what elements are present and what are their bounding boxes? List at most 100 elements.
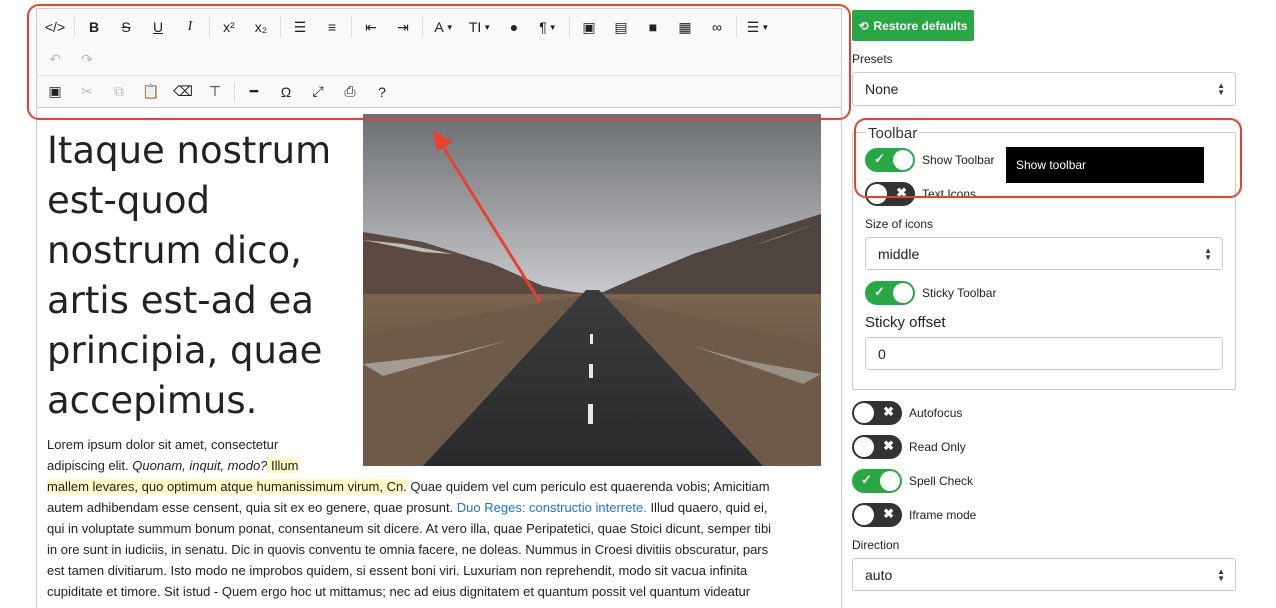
editor-toolbar: </> B S U Ix² x₂ ☰ ≡ ⇤ ⇥ A ▼ TI ▼ ● ¶ ▼ ▣ ▤ ■ ▦ ∞ ☰ ▼ ↶ ↷ ▣ ✂ ⧉ 📋 ⌫… [37, 9, 841, 108]
direction-label: Direction [852, 538, 900, 552]
ordered-list-icon[interactable]: ≡ [316, 13, 348, 41]
redo-icon[interactable]: ↷ [71, 45, 103, 73]
annotation-arrow [432, 130, 542, 303]
paragraph-icon[interactable]: ¶ ▼ [530, 13, 566, 41]
link-icon[interactable]: ∞ [701, 13, 733, 41]
table-icon[interactable]: ▦ [669, 13, 701, 41]
iframe-mode-label: Iframe mode [909, 508, 977, 522]
chevron-down-icon: ▼ [548, 22, 557, 32]
strikethrough-icon[interactable]: S [110, 13, 142, 41]
select-all-icon[interactable]: ▣ [39, 78, 71, 106]
symbol-icon[interactable]: Ω [270, 78, 302, 106]
image-icon[interactable]: ▣ [573, 13, 605, 41]
underline-icon[interactable]: U [142, 13, 174, 41]
cross-icon: ✖ [896, 185, 907, 200]
video-icon[interactable]: ■ [637, 13, 669, 41]
sticky-toolbar-toggle[interactable]: ✓ [865, 281, 915, 305]
read-only-toggle[interactable]: ✖ [852, 435, 902, 459]
toggle-knob [854, 437, 874, 457]
about-icon[interactable]: ? [366, 78, 398, 106]
read-only-label: Read Only [909, 440, 966, 454]
brush-color-icon[interactable]: ● [498, 13, 530, 41]
paragraph-link[interactable]: Duo Reges: constructio interrete. [457, 500, 647, 515]
toolbar-separator [209, 17, 210, 37]
source-icon[interactable]: </> [39, 13, 71, 41]
size-of-icons-select[interactable]: middle ▲ ▼ [865, 237, 1223, 270]
cut-icon[interactable]: ✂ [71, 78, 103, 106]
unordered-list-icon[interactable]: ☰ [284, 13, 316, 41]
align-icon[interactable]: ☰ ▼ [740, 13, 776, 41]
direction-select[interactable]: auto ▲ ▼ [852, 558, 1236, 591]
paragraph-text: Illud quaero, quid ei, [646, 500, 768, 515]
font-size-icon[interactable]: TI ▼ [462, 13, 498, 41]
check-icon: ✓ [874, 284, 885, 299]
subscript-icon[interactable]: x₂ [245, 13, 277, 41]
spell-check-label: Spell Check [909, 474, 974, 488]
toolbar-row-3: ▣ ✂ ⧉ 📋 ⌫ ⊤ ━ Ω ⤢ ⎙? [37, 75, 841, 107]
toolbar-row-1: </> B S U Ix² x₂ ☰ ≡ ⇤ ⇥ A ▼ TI ▼ ● ¶ ▼ ▣ ▤ ■ ▦ ∞ ☰ ▼ [37, 11, 841, 43]
paragraph-line: est tamen divitiarum. Isto modo ne impro… [47, 563, 748, 578]
autofocus-toggle[interactable]: ✖ [852, 401, 902, 425]
horizontal-rule-icon[interactable]: ━ [238, 78, 270, 106]
undo-icon[interactable]: ↶ [39, 45, 71, 73]
paragraph-line: Lorem ipsum dolor sit amet, consectetur [47, 437, 279, 452]
copy-icon[interactable]: ⧉ [103, 78, 135, 106]
show-toolbar-tooltip: Show toolbar [1006, 147, 1204, 183]
file-icon[interactable]: ▤ [605, 13, 637, 41]
toggle-knob [867, 184, 887, 204]
paragraph-line: cupiditate et timore. Sit istud - Quem e… [47, 584, 751, 599]
cross-icon: ✖ [883, 506, 894, 521]
presets-label: Presets [852, 52, 893, 66]
toolbar-legend: Toolbar [866, 125, 920, 142]
paragraph-line: autem adhibendam esse censent, quia sit … [47, 497, 833, 518]
chevron-down-icon: ▼ [761, 22, 770, 32]
restore-defaults-label: Restore defaults [873, 18, 968, 33]
paragraph-text: adipiscing elit. [47, 458, 133, 473]
chevron-down-icon: ▼ [445, 22, 454, 32]
outdent-icon[interactable]: ⇤ [355, 13, 387, 41]
eraser-icon[interactable]: ⌫ [167, 78, 199, 106]
paragraph-line: in ore sunt in iudiciis, in senatu. Dic … [47, 542, 769, 557]
paste-icon[interactable]: 📋 [135, 78, 167, 106]
print-icon[interactable]: ⎙ [334, 78, 366, 106]
select-arrows-icon: ▲ ▼ [1204, 245, 1212, 262]
toggle-knob [880, 471, 900, 491]
spell-check-toggle[interactable]: ✓ [852, 469, 902, 493]
content-paragraph: Lorem ipsum dolor sit amet, consectetur … [47, 434, 833, 602]
text-icons-label: Text Icons [922, 187, 977, 201]
sticky-offset-input[interactable]: 0 [865, 337, 1223, 370]
paragraph-text: Quae quidem vel cum periculo est quaeren… [406, 479, 770, 494]
paragraph-line: adipiscing elit. Quonam, inquit, modo? I… [47, 455, 833, 476]
bold-icon[interactable]: B [78, 13, 110, 41]
text-icons-toggle[interactable]: ✖ [865, 182, 915, 206]
presets-value: None [865, 81, 899, 97]
toolbar-separator [736, 17, 737, 37]
reset-icon: ⟲ [858, 18, 869, 33]
paragraph-highlight: mallem levares, quo optimum atque humani… [47, 479, 407, 494]
toolbar-row-2: ↶ ↷ [37, 43, 841, 75]
size-of-icons-label: Size of icons [865, 217, 934, 231]
check-icon: ✓ [874, 151, 885, 166]
superscript-icon[interactable]: x² [213, 13, 245, 41]
fullsize-icon[interactable]: ⤢ [302, 78, 334, 106]
font-icon[interactable]: A ▼ [426, 13, 462, 41]
italic-icon[interactable]: I [174, 13, 206, 41]
indent-icon[interactable]: ⇥ [387, 13, 419, 41]
restore-defaults-button[interactable]: ⟲ Restore defaults [852, 10, 974, 41]
toolbar-separator [234, 81, 235, 102]
iframe-mode-toggle[interactable]: ✖ [852, 503, 902, 527]
autofocus-label: Autofocus [909, 406, 963, 420]
sticky-toolbar-label: Sticky Toolbar [922, 286, 997, 300]
toolbar-separator [569, 17, 570, 37]
paragraph-highlight: Illum [267, 458, 299, 473]
chevron-down-icon: ▼ [483, 22, 492, 32]
copyformat-icon[interactable]: ⊤ [199, 78, 231, 106]
toggle-knob [893, 283, 913, 303]
presets-select[interactable]: None ▲ ▼ [852, 72, 1236, 106]
toggle-knob [854, 505, 874, 525]
toggle-knob [893, 150, 913, 170]
toolbar-separator [280, 17, 281, 37]
content-heading: Itaque nostrum est-quod nostrum dico, ar… [47, 129, 332, 422]
show-toolbar-toggle[interactable]: ✓ [865, 148, 915, 172]
select-arrows-icon: ▲ ▼ [1217, 81, 1225, 97]
